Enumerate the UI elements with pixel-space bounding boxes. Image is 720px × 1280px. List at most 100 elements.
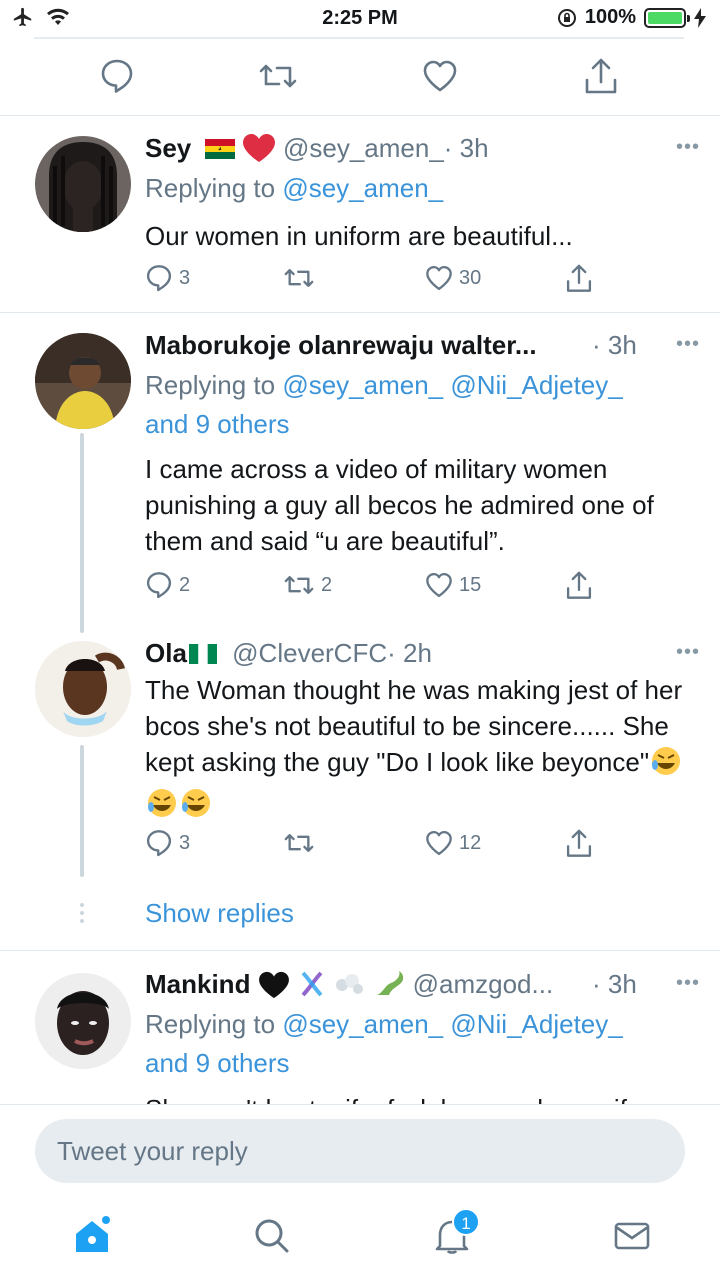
timestamp: · 2h <box>387 638 432 668</box>
avatar[interactable] <box>35 641 131 737</box>
replying-to: Replying to @sey_amen_ <box>145 169 665 208</box>
share-button[interactable] <box>565 264 593 294</box>
timestamp: · 3h <box>592 330 637 360</box>
handle[interactable]: @CleverCFC <box>232 638 387 668</box>
display-name[interactable]: Ola <box>145 638 187 668</box>
show-replies-link[interactable]: Show replies <box>145 898 294 929</box>
like-button[interactable]: 12 <box>425 829 481 857</box>
dash-icon <box>334 971 366 1006</box>
like-icon[interactable] <box>422 58 458 99</box>
thread-line <box>80 745 84 877</box>
tweet-actions: 3 30 <box>145 264 605 296</box>
replying-label: Replying to <box>145 1009 276 1039</box>
scroll-divider <box>34 37 684 39</box>
more-options-icon[interactable]: ••• <box>676 333 700 356</box>
tweet-header: Mankind @amzgod... <box>145 968 553 1006</box>
reply-button[interactable]: 2 <box>145 571 190 599</box>
main-tweet-actions <box>0 40 720 116</box>
like-count: 12 <box>459 831 482 854</box>
share-button[interactable] <box>565 571 593 601</box>
retweet-button[interactable]: 2 <box>283 571 332 599</box>
status-bar: 2:25 PM 100% <box>0 0 720 36</box>
mail-icon <box>614 1222 650 1250</box>
tweet-text: The Woman thought he was making jest of … <box>145 675 683 777</box>
charging-icon <box>694 7 706 28</box>
replying-label: Replying to <box>145 370 276 400</box>
rofl-emoji-icon <box>145 787 179 828</box>
display-name[interactable]: Sey <box>145 133 191 163</box>
share-icon <box>566 829 592 857</box>
battery-percent: 100% <box>584 6 636 28</box>
share-icon[interactable] <box>583 58 619 101</box>
reply-count: 2 <box>179 573 191 596</box>
replying-others-link[interactable]: and 9 others <box>145 1048 290 1078</box>
like-button[interactable]: 15 <box>425 571 481 599</box>
more-options-icon[interactable]: ••• <box>676 136 700 159</box>
tweet-reply-input[interactable]: Tweet your reply <box>35 1119 685 1183</box>
tweet-maborukoje[interactable]: Maborukoje olanrewaju walter... · 3h •••… <box>0 313 720 633</box>
avatar[interactable] <box>35 136 131 232</box>
replying-to-link[interactable]: @sey_amen_ <box>282 173 443 203</box>
replying-others-link[interactable]: and 9 others <box>145 409 290 439</box>
rofl-emoji-icon <box>649 745 683 786</box>
like-icon <box>426 265 452 291</box>
dna-icon <box>297 969 327 1006</box>
handle[interactable]: @sey_amen_ <box>283 133 444 163</box>
replying-to-link[interactable]: @sey_amen_ @Nii_Adjetey_ <box>282 370 622 400</box>
retweet-icon <box>284 269 314 287</box>
display-name[interactable]: Maborukoje olanrewaju walter... <box>145 330 537 360</box>
tweet-mankind[interactable]: Mankind @amzgod... · 3h ••• Replying to … <box>0 951 720 1104</box>
tab-home[interactable] <box>72 1216 112 1261</box>
timestamp-wrap: · 3h <box>592 968 637 1000</box>
tweet-header: Maborukoje olanrewaju walter... <box>145 329 537 361</box>
tweet-ola[interactable]: Ola @CleverCFC· 2h ••• The Woman thought… <box>0 633 720 877</box>
reply-icon <box>146 572 172 599</box>
reply-icon <box>146 830 172 857</box>
dragon-icon <box>373 969 405 1006</box>
retweet-button[interactable] <box>283 264 315 292</box>
share-icon <box>566 264 592 292</box>
share-icon <box>566 571 592 599</box>
rofl-emoji-icon <box>179 787 213 828</box>
avatar[interactable] <box>35 973 131 1069</box>
replying-to: Replying to @sey_amen_ @Nii_Adjetey_ and… <box>145 366 665 444</box>
tab-bar: 1 <box>0 1200 720 1280</box>
nigeria-flag-icon <box>188 639 217 664</box>
display-name[interactable]: Mankind <box>145 969 250 999</box>
tweet-header: Sey @sey_amen_· 3h <box>145 132 489 170</box>
more-options-icon[interactable]: ••• <box>676 641 700 664</box>
home-icon <box>76 1216 110 1252</box>
like-button[interactable]: 30 <box>425 264 481 292</box>
handle[interactable]: @amzgod... <box>413 969 554 999</box>
timestamp-wrap: · 3h <box>592 329 637 361</box>
retweet-icon[interactable] <box>258 58 298 99</box>
retweet-button[interactable] <box>283 829 315 857</box>
red-heart-icon <box>242 133 276 170</box>
tweet-text: Our women in uniform are beautiful... <box>145 221 573 251</box>
tab-messages[interactable] <box>612 1216 652 1261</box>
replying-to-link[interactable]: @sey_amen_ @Nii_Adjetey_ <box>282 1009 622 1039</box>
orientation-lock-icon <box>557 8 576 27</box>
reply-composer-bar: Tweet your reply <box>0 1104 720 1200</box>
reply-icon[interactable] <box>100 58 134 99</box>
tweet-sey[interactable]: Sey @sey_amen_· 3h ••• Replying to @sey_… <box>0 116 720 312</box>
status-right: 100% <box>557 6 706 29</box>
black-heart-icon <box>258 971 290 1006</box>
tab-search[interactable] <box>252 1216 292 1261</box>
replying-label: Replying to <box>145 173 276 203</box>
tab-notifications[interactable]: 1 <box>432 1208 480 1261</box>
replying-to: Replying to @sey_amen_ @Nii_Adjetey_ and… <box>145 1005 665 1083</box>
thread-dots <box>80 903 84 927</box>
tweet-text-wrap: The Woman thought he was making jest of … <box>145 672 705 828</box>
more-options-icon[interactable]: ••• <box>676 972 700 995</box>
notification-badge: 1 <box>452 1208 480 1236</box>
ghana-flag-icon <box>204 134 235 159</box>
reply-button[interactable]: 3 <box>145 829 190 857</box>
avatar[interactable] <box>35 333 131 429</box>
timestamp: · 3h <box>592 969 637 999</box>
tweet-actions: 2 2 15 <box>145 571 605 603</box>
tweet-header: Ola @CleverCFC· 2h <box>145 637 432 669</box>
retweet-icon <box>284 576 314 594</box>
share-button[interactable] <box>565 829 593 859</box>
reply-button[interactable]: 3 <box>145 264 190 292</box>
